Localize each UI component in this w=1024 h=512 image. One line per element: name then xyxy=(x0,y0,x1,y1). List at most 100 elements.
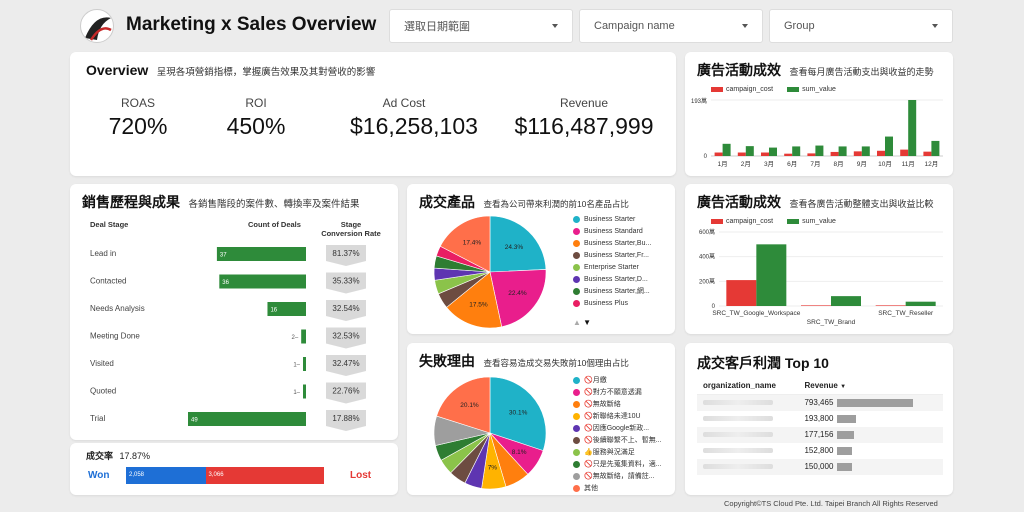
date-range-label: 選取日期範圍 xyxy=(404,21,470,33)
conversion-label: 32.54% xyxy=(332,304,359,313)
legend-item: 🚫新聯絡未達10U xyxy=(573,411,662,423)
table-row[interactable]: 177,156 xyxy=(697,426,943,443)
table-row[interactable]: 793,465 xyxy=(697,394,943,411)
conversion-label: 22.76% xyxy=(332,387,359,396)
stage-label: Lead in xyxy=(90,249,116,258)
col-count: Count of Deals xyxy=(248,220,301,229)
legend-swatch xyxy=(573,263,580,271)
chevron-down-icon xyxy=(552,24,558,28)
monthly-campaign-card: 廣告活動成效 查看每月廣告活動支出與收益的走勢 campaign_cost su… xyxy=(685,52,953,176)
legend-swatch xyxy=(573,299,580,307)
group-dropdown[interactable]: Group xyxy=(769,9,953,43)
legend-label: 🚫對方不願意透漏 xyxy=(584,389,642,396)
bar-sum-value xyxy=(745,146,754,156)
legend-item: 🚫無故斷絡 xyxy=(573,399,662,411)
deal-count-label: 36 xyxy=(222,280,229,286)
redacted-org-name xyxy=(703,464,773,469)
col-revenue[interactable]: Revenue ▼ xyxy=(798,377,943,395)
overview-title: Overview xyxy=(86,62,149,78)
revenue-bar xyxy=(837,430,855,439)
legend-swatch xyxy=(573,400,580,408)
legend-label: Business Starter,D... xyxy=(584,276,648,283)
bar-campaign-cost xyxy=(875,305,906,306)
bar-sum-value xyxy=(815,145,824,156)
legend-label: 🚫新聯絡未達10U xyxy=(584,413,641,420)
y-tick-label: 200萬 xyxy=(699,277,715,285)
redacted-org-name xyxy=(703,448,773,453)
x-tick-label: 1月 xyxy=(718,160,728,168)
bar-campaign-cost xyxy=(830,151,839,156)
overview-card: Overview 呈現各項營銷指標，掌握廣告效果及其對營收的影響 ROAS 72… xyxy=(70,52,676,176)
loss-reasons-card: 失敗理由 查看容易造成交易失敗前10個理由占比 30.1% 8.1% 7% 20.1%… xyxy=(407,343,675,495)
bar-campaign-cost xyxy=(761,152,769,156)
deal-count-bar xyxy=(216,247,306,261)
top10-card: 成交客戶利潤 Top 10 organization_name Revenue … xyxy=(685,343,953,495)
bar-sum-value xyxy=(756,244,787,306)
top10-table: organization_name Revenue ▼ 793,465 193,8… xyxy=(697,377,943,475)
lost-segment: 3,066 xyxy=(205,467,324,484)
table-row[interactable]: 150,000 xyxy=(697,458,943,475)
table-row[interactable]: 193,800 xyxy=(697,411,943,427)
x-tick-label: 6月 xyxy=(787,160,797,168)
bar-sum-value xyxy=(769,147,777,156)
close-rate-card: 成交率 17.87% Won 2,058 3,066 Lost xyxy=(70,443,398,495)
won-label: Won xyxy=(88,470,110,481)
legend-swatch xyxy=(573,448,580,456)
stage-label: Visited xyxy=(90,359,114,368)
y-tick-label: 193萬 xyxy=(691,97,707,105)
loss-legend: 🚫月繳 🚫對方不願意透漏 🚫無故斷絡 🚫新聯絡未達10U 🚫因應Google新政... 🚫… xyxy=(573,375,662,495)
sort-desc-icon: ▼ xyxy=(840,384,847,390)
legend-label: 🚫只是先蒐集資料，適... xyxy=(584,461,662,468)
monthly-bar-chart: 193萬 0 1月 2月 3月 6月 7月 8月 9月 10月 11月 12月 xyxy=(691,97,943,168)
legend-item: Business Starter,網... xyxy=(573,286,651,298)
col-conversion: Stage Conversion Rate xyxy=(321,220,381,238)
monthly-title: 廣告活動成效 xyxy=(697,62,781,78)
legend-swatch xyxy=(573,388,580,396)
conversion-label: 32.53% xyxy=(332,332,359,341)
legend-label: 🚫無故斷絡 xyxy=(584,401,621,408)
col-organization[interactable]: organization_name xyxy=(697,377,799,395)
x-tick-label: 11月 xyxy=(902,160,915,168)
legend-label: Enterprise Starter xyxy=(584,264,639,271)
loss-subtitle: 查看容易造成交易失敗前10個理由占比 xyxy=(483,358,629,368)
loss-title: 失敗理由 xyxy=(419,353,475,369)
deal-count-label: 37 xyxy=(220,253,227,259)
pager-up-icon[interactable]: ▲ xyxy=(573,318,581,327)
deal-count-bar xyxy=(301,329,306,344)
legend-label: Business Starter xyxy=(584,216,636,223)
revenue-bar xyxy=(837,462,852,471)
funnel-subtitle: 各銷售階段的案件數、轉換率及案件結果 xyxy=(188,199,360,210)
pie-data-label: 22.4% xyxy=(508,290,527,297)
date-range-dropdown[interactable]: 選取日期範圍 xyxy=(389,9,573,43)
pager-down-icon[interactable]: ▼ xyxy=(583,318,591,327)
conversion-label: 81.37% xyxy=(332,249,359,258)
won-lost-bar: 2,058 3,066 xyxy=(126,467,324,484)
deal-count-label: 1– xyxy=(293,363,300,369)
legend-item: 🚫只是先蒐集資料，適... xyxy=(573,459,662,471)
col-deal-stage: Deal Stage xyxy=(90,220,129,229)
x-tick-label: SRC_TW_Brand xyxy=(807,319,856,326)
stage-label: Quoted xyxy=(90,387,116,396)
top10-title: 成交客戶利潤 Top 10 xyxy=(697,355,829,371)
x-tick-label: SRC_TW_Google_Workspace xyxy=(712,310,800,317)
conversion-label: 35.33% xyxy=(332,277,359,286)
revenue-value: 177,156 xyxy=(804,430,834,439)
bar-sum-value xyxy=(792,146,801,156)
bar-sum-value xyxy=(722,143,731,156)
legend-label: Business Starter,Fr... xyxy=(584,252,649,259)
x-tick-label: 10月 xyxy=(878,160,892,168)
legend-label: Business Starter,網... xyxy=(584,288,650,295)
legend-item: 🚫因應Google新政... xyxy=(573,423,662,435)
campaign-dropdown[interactable]: Campaign name xyxy=(579,9,763,43)
kpi-ad-cost: Ad Cost $16,258,103 xyxy=(350,96,478,139)
lost-label: Lost xyxy=(350,470,372,481)
legend-swatch xyxy=(573,484,580,492)
revenue-bar xyxy=(837,399,914,408)
bar-campaign-cost xyxy=(726,280,757,306)
pie-data-label: 20.1% xyxy=(460,402,479,409)
x-tick-label: 12月 xyxy=(925,160,939,168)
kpi-roi: ROI 450% xyxy=(226,96,286,139)
redacted-org-name xyxy=(703,432,773,437)
revenue-value: 150,000 xyxy=(804,462,834,471)
table-row[interactable]: 152,800 xyxy=(697,443,943,459)
